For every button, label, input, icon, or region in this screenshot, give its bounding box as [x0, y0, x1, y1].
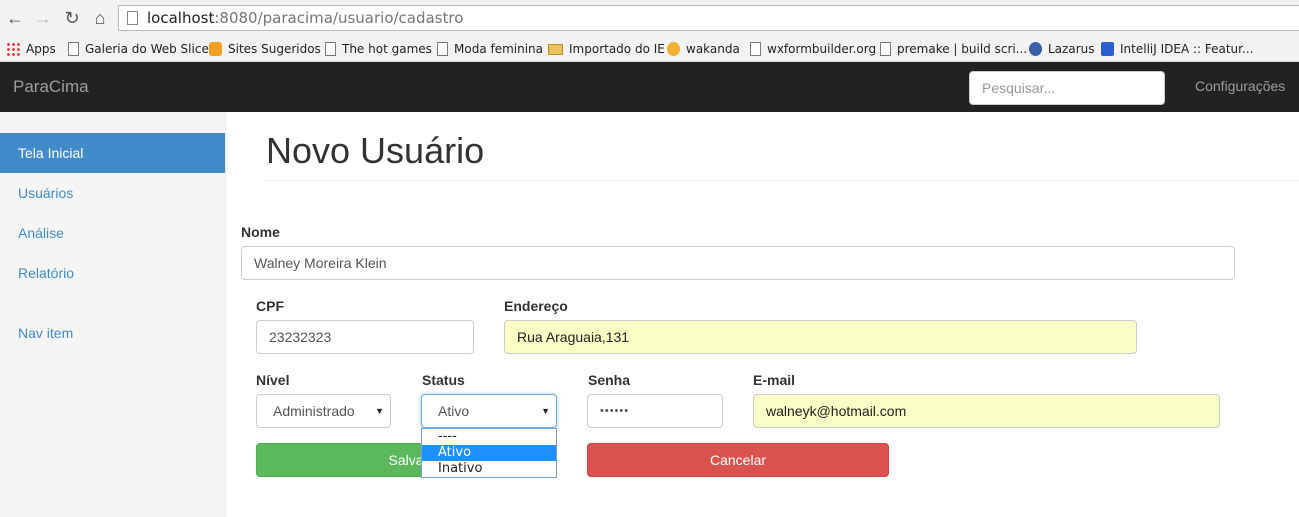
suggested-sites-icon: [209, 42, 222, 56]
nav-configuracoes-link[interactable]: Configurações: [1195, 78, 1285, 94]
bookmark-item[interactable]: Sites Sugeridos: [209, 40, 321, 58]
email-value: walneyk@hotmail.com: [766, 403, 907, 419]
page-icon: [880, 42, 891, 56]
nivel-label: Nível: [256, 372, 290, 388]
bookmark-item[interactable]: The hot games: [325, 40, 432, 58]
page-icon: [127, 11, 138, 25]
sidebar-item-nav-item[interactable]: Nav item: [0, 313, 225, 353]
url-host: localhost: [147, 9, 215, 27]
bookmark-label: Sites Sugeridos: [228, 42, 321, 56]
status-label: Status: [422, 372, 465, 388]
senha-field[interactable]: ••••••: [587, 394, 723, 428]
page-icon: [68, 42, 79, 56]
status-option-highlighted[interactable]: Ativo: [422, 445, 556, 461]
endereco-field[interactable]: Rua Araguaia,131: [504, 320, 1137, 354]
browser-toolbar: ← → ↻ ⌂ localhost:8080/paracima/usuario/…: [0, 0, 1299, 36]
bookmark-label: Moda feminina: [454, 42, 544, 56]
bookmark-item[interactable]: IntelliJ IDEA :: Featur...: [1101, 40, 1253, 58]
bookmark-label: Galeria do Web Slice: [85, 42, 209, 56]
back-arrow-icon[interactable]: ←: [5, 8, 25, 28]
bookmark-label: Apps: [26, 42, 56, 56]
brand-logo[interactable]: ParaCima: [13, 77, 89, 97]
bookmark-item[interactable]: Importado do IE: [548, 40, 665, 58]
bookmark-label: premake | build scri...: [897, 42, 1028, 56]
cpf-label: CPF: [256, 298, 284, 314]
bookmark-item[interactable]: wakanda: [667, 40, 740, 58]
reload-icon[interactable]: ↻: [62, 8, 82, 28]
cancel-button[interactable]: Cancelar: [587, 443, 889, 477]
status-option[interactable]: ----: [422, 429, 556, 445]
page-icon: [437, 42, 448, 56]
bookmarks-bar: Apps Galeria do Web Slice Sites Sugerido…: [0, 36, 1299, 62]
endereco-value: Rua Araguaia,131: [517, 329, 630, 345]
senha-value: ••••••: [600, 405, 630, 417]
status-option[interactable]: Inativo: [422, 461, 556, 477]
forward-arrow-icon[interactable]: →: [33, 8, 53, 28]
bookmark-label: The hot games: [342, 42, 432, 56]
title-divider: [266, 180, 1299, 181]
email-label: E-mail: [753, 372, 796, 388]
top-navbar: ParaCima Configurações: [0, 62, 1299, 112]
address-bar[interactable]: localhost:8080/paracima/usuario/cadastro: [118, 5, 1299, 31]
cpf-value: 23232323: [269, 329, 332, 345]
sidebar-item-relatorio[interactable]: Relatório: [0, 253, 225, 293]
bookmark-item[interactable]: Lazarus: [1029, 40, 1094, 58]
senha-label: Senha: [588, 372, 631, 388]
bookmark-item[interactable]: Moda feminina: [437, 40, 543, 58]
apps-grid-icon: [6, 42, 20, 56]
bookmark-item[interactable]: wxformbuilder.org: [750, 40, 876, 58]
sidebar-item-analise[interactable]: Análise: [0, 213, 225, 253]
bookmark-apps[interactable]: Apps: [6, 40, 56, 58]
nivel-value: Administrado: [273, 403, 355, 419]
folder-icon: [548, 43, 563, 55]
bookmark-label: Lazarus: [1048, 42, 1095, 56]
bookmark-label: wakanda: [686, 42, 740, 56]
nome-field[interactable]: Walney Moreira Klein: [241, 246, 1235, 280]
bookmark-label: wxformbuilder.org: [767, 42, 877, 56]
sidebar-item-tela-inicial[interactable]: Tela Inicial: [0, 133, 225, 173]
page-title: Novo Usuário: [266, 130, 485, 171]
lazarus-icon: [1029, 42, 1042, 56]
url-text[interactable]: localhost:8080/paracima/usuario/cadastro: [147, 9, 463, 27]
intellij-icon: [1101, 42, 1114, 56]
endereco-label: Endereço: [504, 298, 568, 314]
bookmark-item[interactable]: Galeria do Web Slice: [68, 40, 209, 58]
page-icon: [750, 42, 761, 56]
nome-value: Walney Moreira Klein: [254, 255, 387, 271]
page-icon: [325, 42, 336, 56]
dropdown-caret-icon: ▼: [375, 406, 384, 416]
search-input[interactable]: [969, 71, 1165, 105]
sidebar-item-usuarios[interactable]: Usuários: [0, 173, 225, 213]
url-path: :8080/paracima/usuario/cadastro: [214, 9, 464, 27]
dropdown-caret-icon: ▼: [541, 406, 550, 416]
wakanda-icon: [667, 42, 680, 56]
nome-label: Nome: [241, 224, 280, 240]
home-icon[interactable]: ⌂: [90, 8, 110, 28]
sidebar: Tela Inicial Usuários Análise Relatório …: [0, 112, 226, 517]
nivel-select[interactable]: Administrado ▼: [256, 394, 391, 428]
status-select[interactable]: Ativo ▼: [421, 394, 557, 428]
status-dropdown-list: ---- Ativo Inativo: [421, 428, 557, 478]
bookmark-label: Importado do IE: [569, 42, 665, 56]
cpf-field[interactable]: 23232323: [256, 320, 474, 354]
email-field[interactable]: walneyk@hotmail.com: [753, 394, 1220, 428]
bookmark-label: IntelliJ IDEA :: Featur...: [1120, 42, 1254, 56]
status-value: Ativo: [438, 403, 470, 419]
bookmark-item[interactable]: premake | build scri...: [880, 40, 1027, 58]
